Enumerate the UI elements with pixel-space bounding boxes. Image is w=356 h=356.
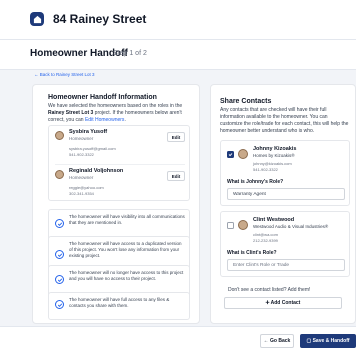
- role-input[interactable]: Enter Clint's Role or Trade: [227, 259, 345, 271]
- footer-bar: ← Go Back ▢ Save & Handoff: [0, 326, 356, 356]
- app-title: 84 Rainey Street: [53, 12, 147, 26]
- avatar: [55, 170, 64, 179]
- role-input[interactable]: Warranty Agent: [227, 188, 345, 200]
- back-link[interactable]: ← Back to Rainey Street Lot 3: [34, 72, 95, 77]
- check-circle-icon: [55, 219, 64, 228]
- contact-card: Johnny Kizoakis Homes by Kizoakis® johnn…: [220, 140, 350, 206]
- handoff-info-title: Homeowner Handoff Information: [48, 94, 157, 101]
- homeowner-row: Reginald Voljohnson Homeowner reggie@yah…: [49, 165, 191, 201]
- check-circle-icon: [55, 300, 64, 309]
- handoff-info-description: We have selected the homeowners based on…: [48, 103, 183, 123]
- top-bar: 84 Rainey Street: [0, 0, 356, 40]
- avatar: [238, 149, 248, 159]
- share-contacts-description: Any contacts that are checked will have …: [220, 107, 349, 134]
- check-circle-icon: [55, 250, 64, 259]
- avatar: [55, 131, 64, 140]
- avatar: [238, 220, 248, 230]
- add-contact-prompt: Don't see a contact listed? Add them!: [228, 287, 311, 293]
- role-question-label: What is Johnny's Role?: [227, 179, 284, 185]
- share-contacts-title: Share Contacts: [220, 98, 272, 105]
- homeowner-row: Sysbira Yusoff Homeowner sysbira.yusoff@…: [49, 126, 191, 165]
- step-indicator: Step 1 of 2: [113, 50, 147, 57]
- contact-checkbox[interactable]: [227, 151, 234, 158]
- add-contact-button[interactable]: ➕︎ Add Contact: [224, 297, 342, 309]
- page-header: Homeowner Handoff Step 1 of 2: [0, 40, 356, 70]
- contact-card: Clint Westwood Westwood Audio & Visual I…: [220, 211, 350, 277]
- edit-homeowners-link[interactable]: Edit Homeowners: [85, 117, 124, 123]
- role-question-label: What is Clint's Role?: [227, 250, 277, 256]
- contact-checkbox[interactable]: [227, 222, 234, 229]
- homeowners-card: Sysbira Yusoff Homeowner sysbira.yusoff@…: [48, 125, 190, 201]
- go-back-button[interactable]: ← Go Back: [260, 334, 294, 348]
- edit-homeowner-button[interactable]: Edit: [167, 132, 185, 142]
- app-logo-icon[interactable]: [30, 12, 44, 26]
- save-handoff-button[interactable]: ▢ Save & Handoff: [300, 334, 356, 348]
- check-circle-icon: [55, 275, 64, 284]
- notice-item: The homeowner will have full access to a…: [48, 292, 190, 320]
- edit-homeowner-button[interactable]: Edit: [167, 171, 185, 181]
